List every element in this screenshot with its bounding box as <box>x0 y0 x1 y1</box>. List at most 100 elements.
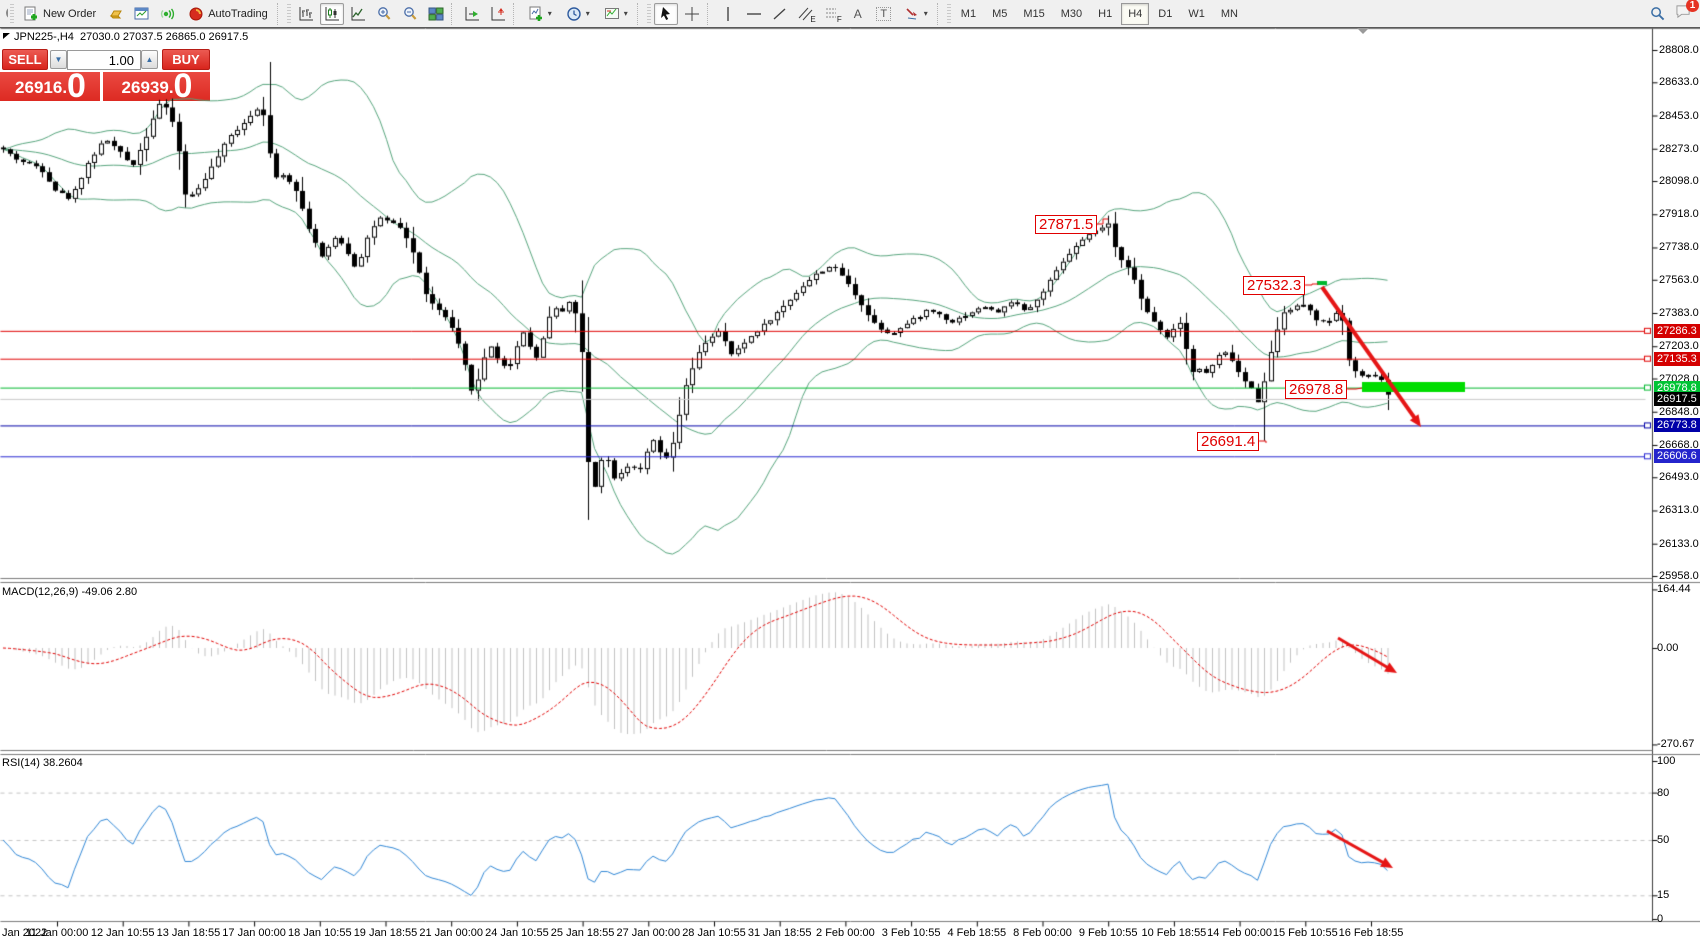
toolbar-grip <box>947 4 951 24</box>
toolbar-grip <box>287 4 291 24</box>
line-chart-button[interactable] <box>346 3 370 25</box>
price-axis-label: 25958.0 <box>1659 570 1699 582</box>
timeframe-button-m30[interactable]: M30 <box>1054 3 1089 25</box>
templates-icon <box>604 6 620 22</box>
text-tool-button[interactable]: A <box>846 3 870 25</box>
vertical-line-tool-button[interactable] <box>716 3 740 25</box>
macd-axis-label: 164.44 <box>1657 583 1691 595</box>
toolbar-grip <box>647 4 651 24</box>
price-axis-label: 28098.0 <box>1659 175 1699 187</box>
text-tool-icon: A <box>854 7 862 21</box>
cursor-tool-button[interactable] <box>654 3 678 25</box>
zoom-out-button[interactable] <box>398 3 422 25</box>
price-level-tag: 26773.8 <box>1654 418 1700 432</box>
toolbar-separator <box>451 3 457 25</box>
timeframe-button-mn[interactable]: MN <box>1214 3 1245 25</box>
time-axis-label: 10 Feb 18:55 <box>1141 927 1206 939</box>
price-axis-label: 28273.0 <box>1659 143 1699 155</box>
new-order-icon <box>23 6 39 22</box>
toolbar-separator <box>513 3 519 25</box>
zoom-out-icon <box>402 6 418 22</box>
mt4-window: New Order <box>0 0 1700 942</box>
rsi-axis-label: 100 <box>1657 755 1675 767</box>
rsi-axis-label: 80 <box>1657 787 1669 799</box>
new-chart-button[interactable]: ▾ <box>522 3 558 25</box>
auto-scroll-button[interactable] <box>460 3 484 25</box>
macd-axis-label: 0.00 <box>1657 642 1678 654</box>
horizontal-line-icon <box>746 6 762 22</box>
price-axis-label: 28453.0 <box>1659 110 1699 122</box>
time-axis-label: 27 Jan 00:00 <box>616 927 680 939</box>
market-watch-button[interactable] <box>130 3 154 25</box>
price-axis-label: 27383.0 <box>1659 307 1699 319</box>
timeframe-button-m15[interactable]: M15 <box>1016 3 1051 25</box>
chart-shift-marker[interactable] <box>1357 28 1369 34</box>
price-annotation[interactable]: 26691.4 <box>1197 432 1259 451</box>
text-label-tool-button[interactable]: T <box>872 3 896 25</box>
bar-chart-button[interactable] <box>294 3 318 25</box>
fibonacci-tool-button[interactable]: F <box>820 3 844 25</box>
gold-button[interactable] <box>104 3 128 25</box>
vertical-line-icon <box>720 6 736 22</box>
price-axis-label: 27203.0 <box>1659 340 1699 352</box>
time-axis-label: 8 Feb 00:00 <box>1013 927 1072 939</box>
tile-windows-button[interactable] <box>424 3 448 25</box>
periods-button[interactable]: ▾ <box>560 3 596 25</box>
price-axis-label: 26313.0 <box>1659 504 1699 516</box>
symbol-collapse-triangle[interactable] <box>3 33 10 39</box>
notifications-button[interactable]: 1 <box>1675 4 1692 24</box>
price-annotation[interactable]: 26978.8 <box>1285 380 1347 399</box>
periods-clock-icon <box>566 6 582 22</box>
time-axis-label: 16 Feb 18:55 <box>1339 927 1404 939</box>
timeframe-button-m5[interactable]: M5 <box>985 3 1014 25</box>
text-label-icon: T <box>876 7 891 21</box>
timeframe-button-d1[interactable]: D1 <box>1151 3 1179 25</box>
price-chart-canvas[interactable] <box>0 27 1700 942</box>
crosshair-tool-button[interactable] <box>680 3 704 25</box>
zoom-in-icon <box>376 6 392 22</box>
time-axis-label: 21 Jan 00:00 <box>419 927 483 939</box>
new-order-button[interactable]: New Order <box>17 3 102 25</box>
time-axis-label: 31 Jan 18:55 <box>748 927 812 939</box>
time-axis-label: 17 Jan 00:00 <box>222 927 286 939</box>
time-axis-label: 9 Feb 10:55 <box>1079 927 1138 939</box>
chart-shift-button[interactable] <box>486 3 510 25</box>
search-icon[interactable] <box>1650 6 1665 21</box>
arrows-tool-button[interactable]: ▾ <box>898 3 934 25</box>
clipped-icon <box>1 6 8 22</box>
macd-axis-label: -270.67 <box>1657 738 1694 750</box>
timeframe-button-m1[interactable]: M1 <box>954 3 983 25</box>
channel-tool-button[interactable]: E <box>794 3 818 25</box>
crosshair-icon <box>684 6 700 22</box>
timeframe-button-h1[interactable]: H1 <box>1091 3 1119 25</box>
price-level-tag: 27135.3 <box>1654 352 1700 366</box>
ohlc-values: 27030.0 27037.5 26865.0 26917.5 <box>80 31 248 43</box>
trendline-tool-button[interactable] <box>768 3 792 25</box>
price-axis-label: 27918.0 <box>1659 208 1699 220</box>
dropdown-caret: ▾ <box>548 9 552 18</box>
arrows-icon <box>904 6 920 22</box>
autotrading-label: AutoTrading <box>208 8 268 20</box>
signal-icon <box>160 6 176 22</box>
autotrading-button[interactable]: AutoTrading <box>182 3 274 25</box>
trendline-icon <box>772 6 788 22</box>
chart-shift-icon <box>490 6 506 22</box>
templates-button[interactable]: ▾ <box>598 3 634 25</box>
signal-button[interactable] <box>156 3 180 25</box>
time-axis-label: 24 Jan 10:55 <box>485 927 549 939</box>
price-annotation[interactable]: 27532.3 <box>1243 276 1305 295</box>
tile-windows-icon <box>428 6 444 22</box>
channel-letter: E <box>810 15 815 24</box>
timeframe-button-h4[interactable]: H4 <box>1121 3 1149 25</box>
candlestick-chart-button[interactable] <box>320 3 344 25</box>
new-chart-icon <box>528 6 544 22</box>
time-axis-label: 11 Jan 00:00 <box>26 927 89 939</box>
horizontal-line-tool-button[interactable] <box>742 3 766 25</box>
price-annotation[interactable]: 27871.5 <box>1035 215 1097 234</box>
market-watch-icon <box>134 6 150 22</box>
chart-title: JPN225-,H4 27030.0 27037.5 26865.0 26917… <box>14 31 248 43</box>
rsi-axis-label: 15 <box>1657 889 1669 901</box>
zoom-in-button[interactable] <box>372 3 396 25</box>
time-axis-label: 2 Feb 00:00 <box>816 927 875 939</box>
timeframe-button-w1[interactable]: W1 <box>1181 3 1212 25</box>
